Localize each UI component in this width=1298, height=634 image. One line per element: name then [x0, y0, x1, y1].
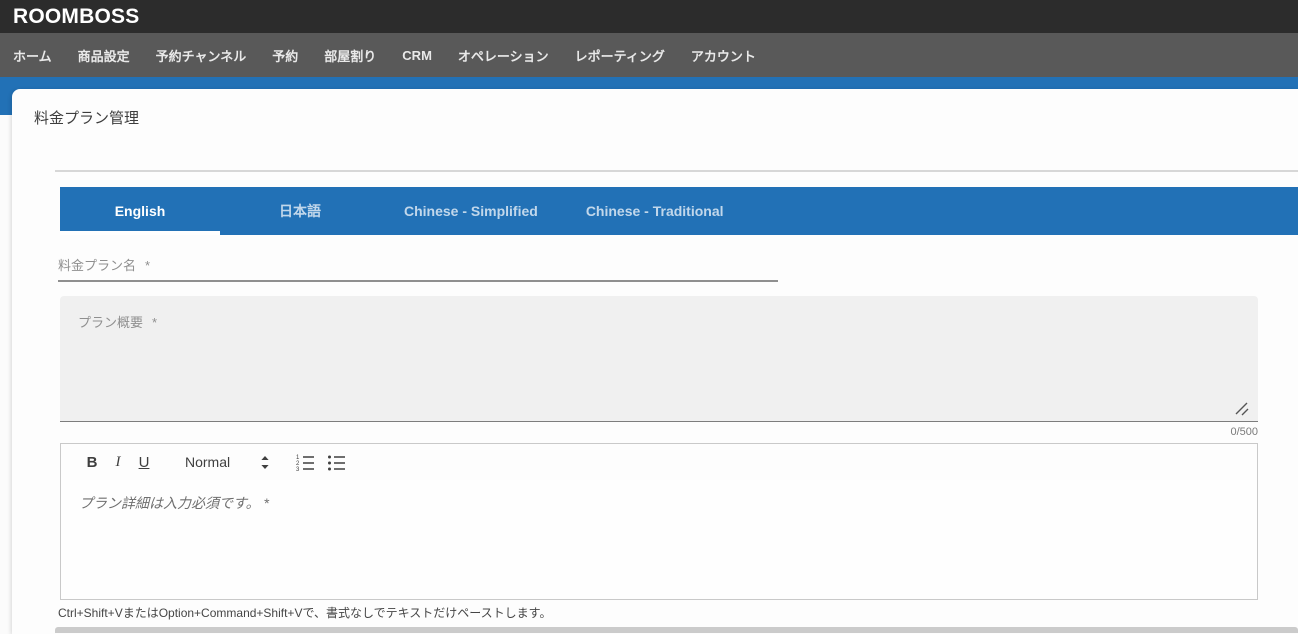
tab-english[interactable]: English: [60, 187, 220, 235]
char-counter: 0/500: [1230, 426, 1258, 438]
editor-placeholder: プラン詳細は入力必須です。 *: [79, 495, 269, 511]
tab-japanese[interactable]: 日本語: [220, 187, 380, 235]
nav-item-account[interactable]: アカウント: [678, 46, 769, 65]
ordered-list-icon[interactable]: 1 2 3: [296, 453, 315, 471]
main-nav: ホーム 商品設定 予約チャンネル 予約 部屋割り CRM オペレーション レポー…: [0, 33, 1298, 77]
page-title: 料金プラン管理: [34, 110, 140, 127]
tab-chinese-traditional[interactable]: Chinese - Traditional: [562, 187, 748, 235]
plan-summary-textarea[interactable]: プラン概要 *: [60, 296, 1258, 422]
plan-summary-label: プラン概要 *: [78, 315, 158, 330]
format-select[interactable]: Normal: [185, 454, 270, 470]
chevron-up-down-icon: [260, 455, 270, 470]
nav-item-operations[interactable]: オペレーション: [445, 46, 562, 65]
nav-item-product-settings[interactable]: 商品設定: [65, 46, 143, 65]
roomboss-logo: ROOMBOSS: [13, 4, 140, 28]
bold-button[interactable]: B: [79, 455, 105, 470]
content-card: 料金プラン管理 English 日本語 Chinese - Simplified…: [12, 89, 1298, 634]
svg-text:3: 3: [296, 467, 300, 471]
nav-item-crm[interactable]: CRM: [389, 48, 445, 63]
plan-name-label: 料金プラン名 *: [58, 258, 151, 273]
paste-hint-text: Ctrl+Shift+VまたはOption+Command+Shift+Vで、書…: [58, 606, 552, 620]
nav-item-home[interactable]: ホーム: [0, 46, 65, 65]
nav-item-bookings[interactable]: 予約: [259, 46, 311, 65]
tab-chinese-simplified[interactable]: Chinese - Simplified: [380, 187, 562, 235]
format-select-value: Normal: [185, 454, 231, 470]
plan-detail-editor[interactable]: プラン詳細は入力必須です。 *: [60, 480, 1258, 600]
nav-item-booking-channels[interactable]: 予約チャンネル: [143, 46, 260, 65]
app-root: ROOMBOSS ホーム 商品設定 予約チャンネル 予約 部屋割り CRM オペ…: [0, 0, 1298, 634]
plan-name-input[interactable]: 料金プラン名 *: [58, 249, 778, 282]
required-asterisk: *: [145, 258, 151, 273]
underline-button[interactable]: U: [131, 455, 157, 470]
editor-toolbar: B I U Normal 1 2 3: [60, 443, 1258, 481]
section-divider: [55, 170, 1298, 172]
top-bar: ROOMBOSS: [0, 0, 1298, 33]
bullet-list-icon[interactable]: [327, 453, 346, 471]
nav-item-room-assignment[interactable]: 部屋割り: [311, 46, 389, 65]
required-asterisk: *: [152, 315, 158, 330]
italic-button[interactable]: I: [105, 454, 131, 470]
nav-item-reporting[interactable]: レポーティング: [562, 46, 678, 65]
next-section-edge: [55, 627, 1298, 633]
resize-handle-icon[interactable]: [1232, 399, 1250, 417]
language-tab-bar: English 日本語 Chinese - Simplified Chinese…: [60, 187, 1298, 235]
